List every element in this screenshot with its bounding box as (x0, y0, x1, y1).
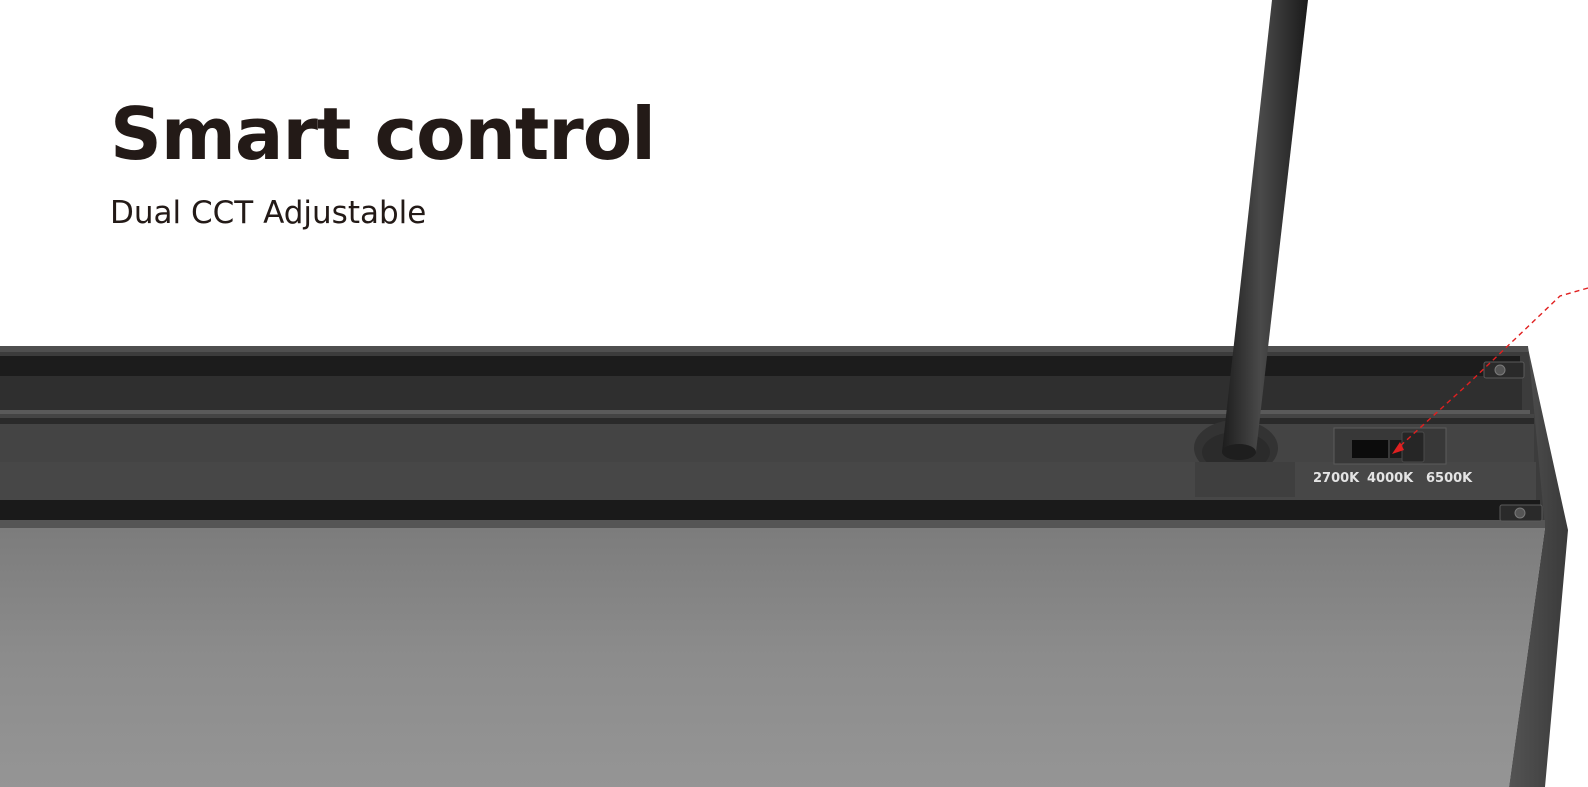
mounting-screw-icon (1499, 504, 1543, 522)
lower-channel (0, 500, 1540, 520)
fixture-front-face (0, 528, 1545, 787)
mounting-screw-icon (1483, 361, 1525, 379)
product-hero: 2700K 4000K 6500K Smart control Dual CCT… (0, 0, 1588, 787)
cct-switch[interactable] (1333, 427, 1447, 465)
cct-option-label: 6500K (1426, 471, 1473, 486)
cct-option-label: 4000K (1367, 471, 1414, 486)
page-title: Smart control (110, 92, 656, 176)
page-subtitle: Dual CCT Adjustable (110, 195, 427, 231)
cct-option-label: 2700K (1313, 471, 1360, 486)
cct-switch-slider[interactable] (1401, 431, 1425, 463)
upper-channel (0, 356, 1520, 376)
